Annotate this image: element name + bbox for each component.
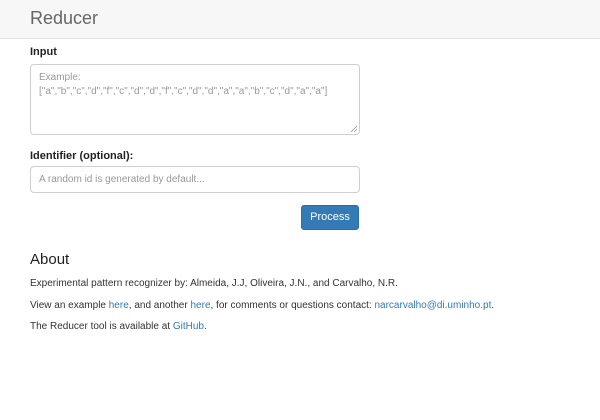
navbar: Reducer [0, 0, 600, 39]
email-link[interactable]: narcarvalho@di.uminho.pt [374, 300, 491, 311]
identifier-input[interactable] [30, 166, 360, 193]
contact-text-4: . [491, 300, 495, 311]
example-link-1[interactable]: here [109, 300, 129, 311]
github-link[interactable]: GitHub [173, 321, 204, 332]
input-label: Input [30, 46, 57, 58]
contact-text-2: , and another [128, 300, 191, 311]
about-credits: Experimental pattern recognizer by: Alme… [30, 278, 398, 289]
example-link-2[interactable]: here [190, 300, 210, 311]
input-textarea[interactable]: Example: ["a","b","c","d","f","c","d","d… [30, 64, 360, 135]
about-contact-line: View an example here, and another here, … [30, 300, 494, 311]
resize-grip-icon[interactable] [351, 126, 357, 132]
github-text: The Reducer tool is available at [30, 321, 173, 332]
identifier-label: Identifier (optional): [30, 150, 134, 162]
process-button[interactable]: Process [301, 205, 359, 230]
about-heading: About [30, 251, 70, 268]
contact-text-1: View an example [30, 300, 109, 311]
input-placeholder: Example: ["a","b","c","d","f","c","d","d… [39, 72, 328, 97]
github-text-end: . [203, 321, 207, 332]
app-title[interactable]: Reducer [30, 8, 98, 29]
about-github-line: The Reducer tool is available at GitHub. [30, 321, 207, 332]
contact-text-3: , for comments or questions contact: [210, 300, 375, 311]
